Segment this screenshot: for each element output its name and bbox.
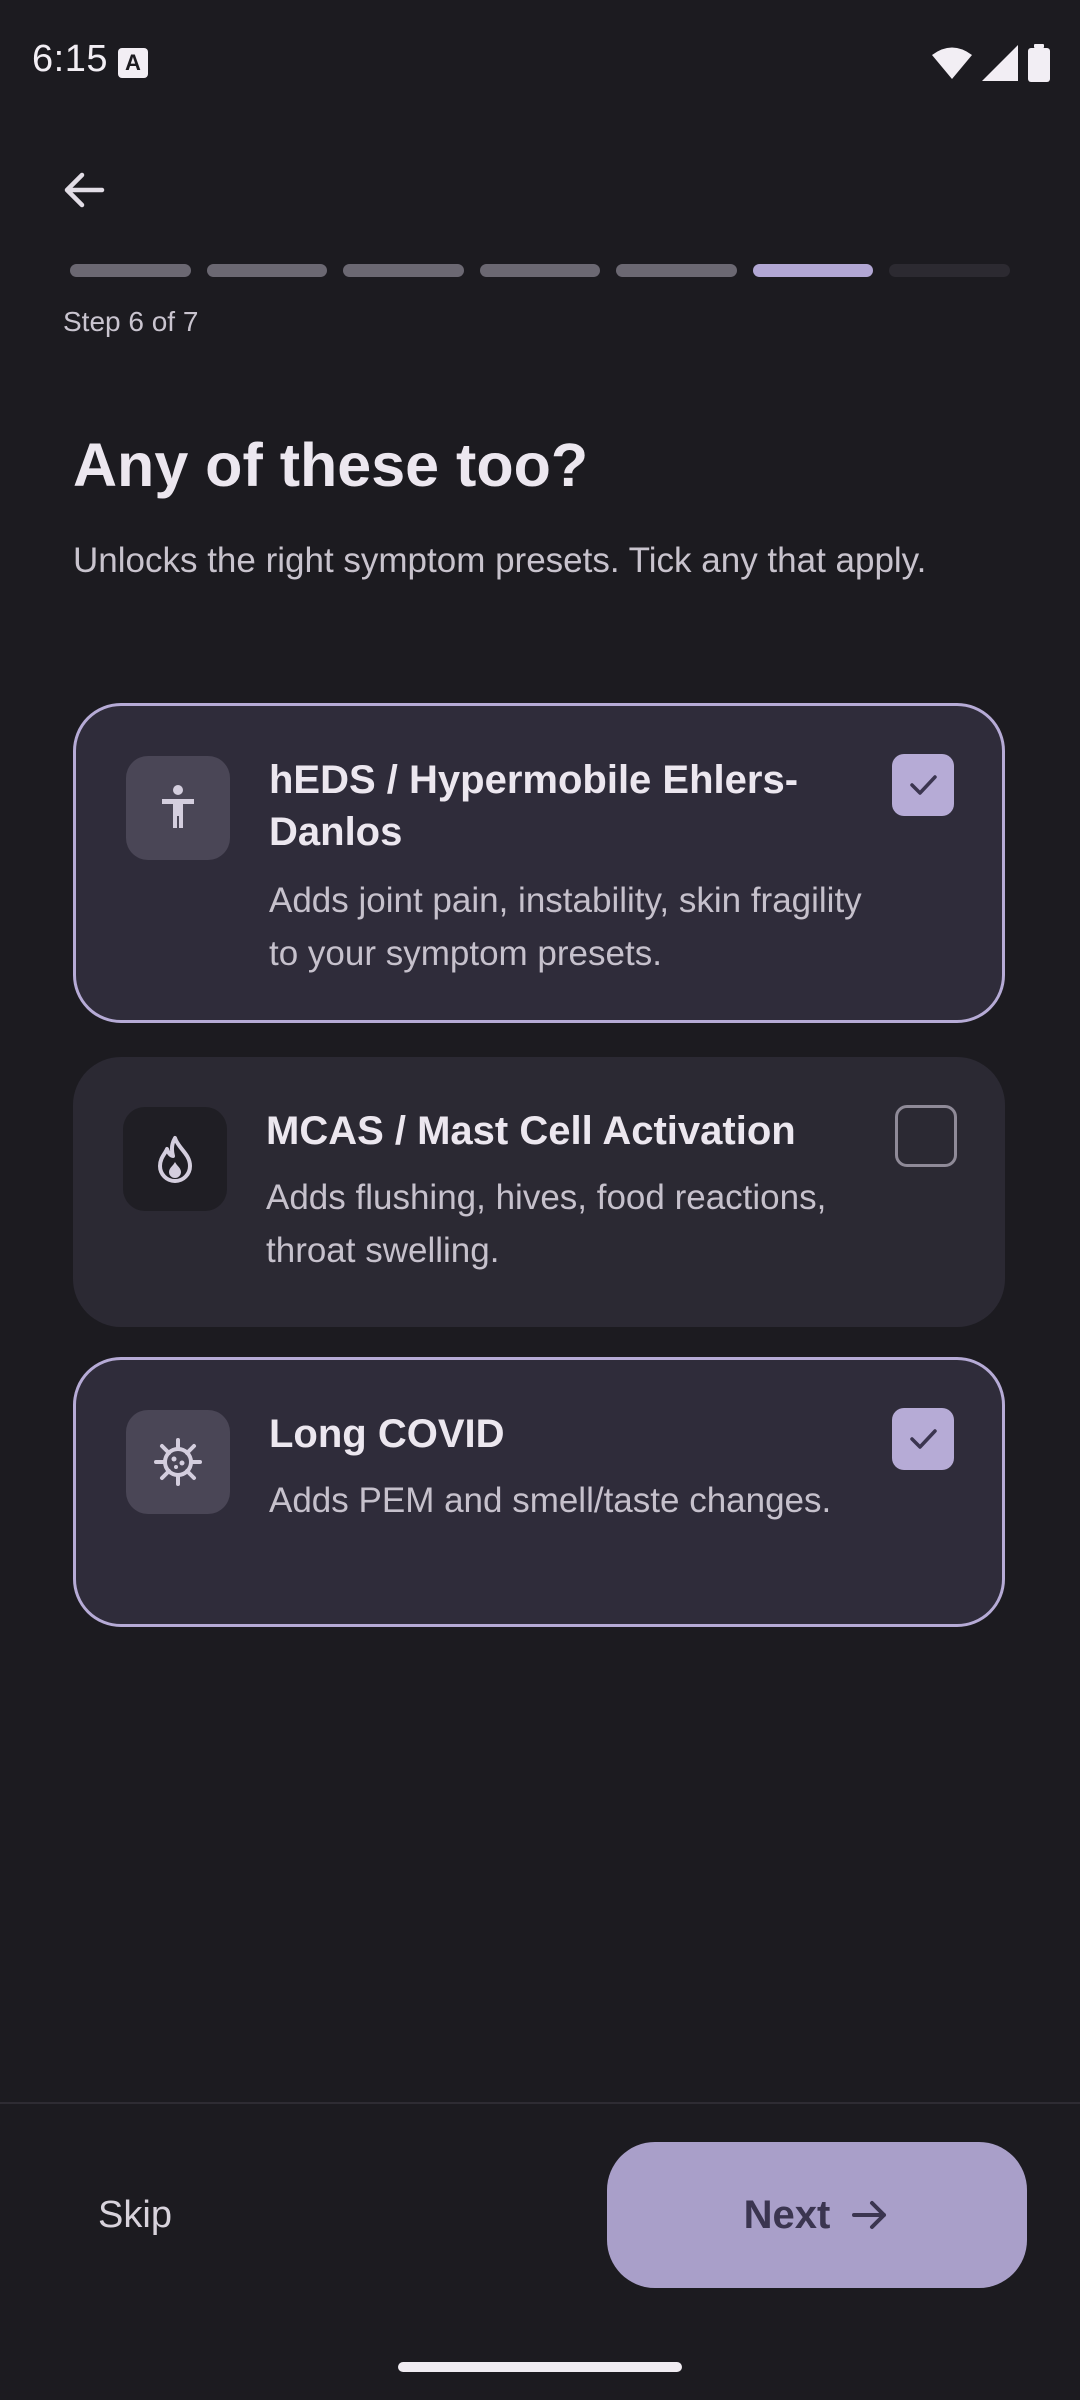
option-description: Adds PEM and smell/taste changes.	[269, 1481, 832, 1520]
page-title: Any of these too?	[73, 431, 589, 499]
step-progress-bar	[70, 264, 1011, 278]
wifi-icon	[932, 47, 972, 79]
progress-segment-6	[752, 264, 874, 277]
arrow-right-icon	[852, 2201, 887, 2229]
progress-segment-2	[206, 264, 328, 277]
accessibility-figure-icon	[162, 785, 194, 828]
next-button-label: Next	[743, 2192, 831, 2237]
signal-icon	[982, 45, 1018, 81]
option-icon-container	[126, 1410, 230, 1514]
option-card-mcas[interactable]: MCAS / Mast Cell Activation Adds flushin…	[73, 1057, 1005, 1327]
status-bar: 6:15 A	[0, 0, 1080, 130]
option-description: Adds joint pain, instability, skin fragi…	[269, 881, 862, 973]
page-subtitle: Unlocks the right symptom presets. Tick …	[73, 541, 927, 580]
checkmark-icon	[910, 775, 937, 795]
next-button[interactable]: Next	[607, 2142, 1027, 2288]
status-time: 6:15	[32, 38, 108, 80]
option-title: hEDS / Hypermobile Ehlers-Danlos	[269, 758, 799, 854]
option-icon-container	[126, 756, 230, 860]
progress-segment-5	[616, 264, 737, 277]
status-icons	[932, 44, 1050, 82]
option-title: MCAS / Mast Cell Activation	[266, 1109, 796, 1153]
virus-icon	[154, 1438, 202, 1486]
progress-segment-3	[343, 264, 464, 277]
home-indicator	[398, 2362, 682, 2372]
onboarding-screen: 6:15 A Step 6 of 7 Any of these too? Unl…	[0, 0, 1080, 2400]
progress-segment-4	[479, 264, 601, 277]
flame-icon	[158, 1136, 192, 1183]
progress-segment-1	[70, 264, 191, 277]
option-checkbox[interactable]	[895, 1105, 957, 1167]
option-card-long-covid[interactable]: Long COVID Adds PEM and smell/taste chan…	[73, 1357, 1005, 1627]
bottom-bar-divider	[0, 2102, 1080, 2104]
skip-button[interactable]: Skip	[60, 2170, 210, 2260]
option-checkbox[interactable]	[892, 1408, 954, 1470]
progress-segment-7	[889, 264, 1011, 277]
option-title: Long COVID	[269, 1412, 505, 1456]
option-card-heds[interactable]: hEDS / Hypermobile Ehlers-Danlos Adds jo…	[73, 703, 1005, 1023]
checkmark-icon	[910, 1429, 937, 1449]
option-checkbox[interactable]	[892, 754, 954, 816]
step-label: Step 6 of 7	[63, 306, 199, 337]
option-description: Adds flushing, hives, food reactions, th…	[266, 1178, 827, 1270]
arrow-left-icon	[64, 172, 105, 208]
text-a-icon: A	[118, 48, 148, 78]
battery-icon	[1028, 44, 1050, 82]
option-icon-container	[123, 1107, 227, 1211]
back-button[interactable]	[44, 150, 124, 230]
